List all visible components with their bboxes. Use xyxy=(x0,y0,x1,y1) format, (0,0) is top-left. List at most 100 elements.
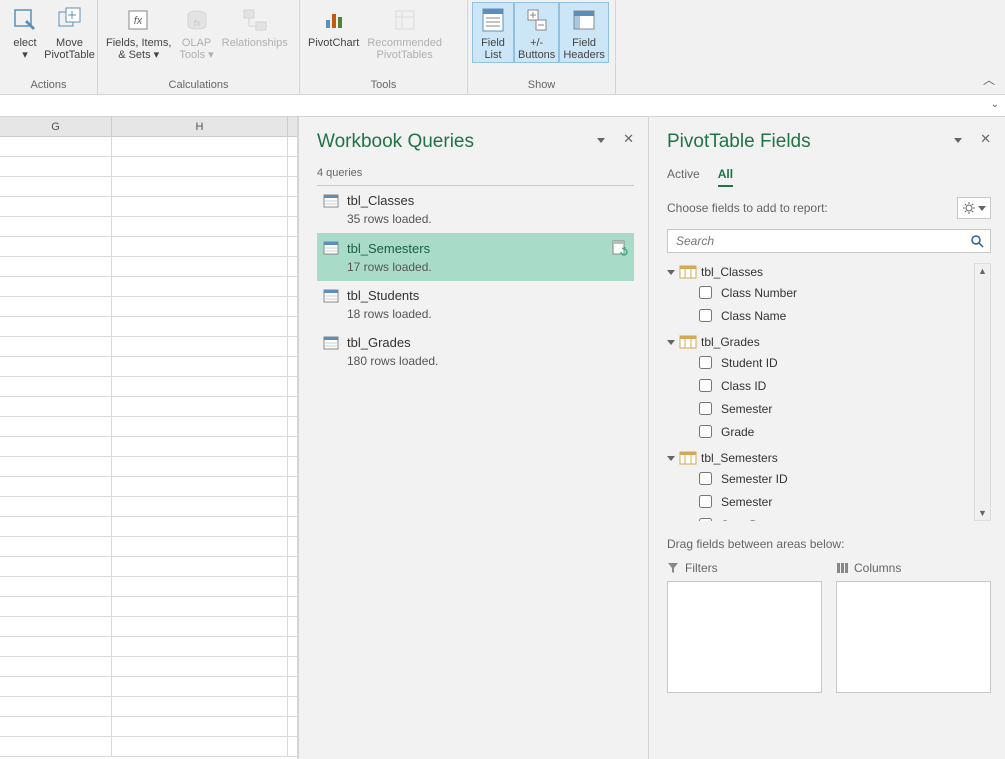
search-icon[interactable] xyxy=(970,234,984,248)
field-item[interactable]: Class ID xyxy=(667,374,974,397)
cell[interactable] xyxy=(112,417,288,437)
cell[interactable] xyxy=(112,217,288,237)
olap-tools-button[interactable]: fx OLAP Tools ▾ xyxy=(175,2,217,63)
fields-items-sets-button[interactable]: fx Fields, Items, & Sets ▾ xyxy=(102,2,175,63)
cell[interactable] xyxy=(112,257,288,277)
cell[interactable] xyxy=(0,357,112,377)
filters-drop-area[interactable] xyxy=(667,581,822,693)
cell[interactable] xyxy=(0,437,112,457)
field-item[interactable]: Class Number xyxy=(667,281,974,304)
cell[interactable] xyxy=(112,357,288,377)
cell[interactable] xyxy=(0,597,112,617)
field-checkbox[interactable] xyxy=(699,425,712,438)
columns-drop-area[interactable] xyxy=(836,581,991,693)
move-pivottable-button[interactable]: Move PivotTable xyxy=(46,2,93,63)
field-item[interactable]: Semester ID xyxy=(667,467,974,490)
field-item[interactable]: Grade xyxy=(667,420,974,443)
cell[interactable] xyxy=(0,217,112,237)
query-item[interactable]: tbl_Students 18 rows loaded. xyxy=(317,281,634,328)
select-button[interactable]: elect ▾ xyxy=(4,2,46,63)
cell[interactable] xyxy=(0,717,112,737)
column-header-g[interactable]: G xyxy=(0,117,112,136)
cell[interactable] xyxy=(0,517,112,537)
cell[interactable] xyxy=(0,317,112,337)
cell[interactable] xyxy=(112,717,288,737)
field-item[interactable]: Start Date xyxy=(667,513,974,521)
table-group-header[interactable]: tbl_Grades xyxy=(667,333,974,351)
field-checkbox[interactable] xyxy=(699,286,712,299)
formula-bar[interactable]: ⌄ xyxy=(0,95,1005,117)
field-item[interactable]: Student ID xyxy=(667,351,974,374)
cell[interactable] xyxy=(112,557,288,577)
cell[interactable] xyxy=(0,157,112,177)
cell[interactable] xyxy=(112,437,288,457)
field-checkbox[interactable] xyxy=(699,309,712,322)
search-input-wrapper[interactable] xyxy=(667,229,991,253)
cell[interactable] xyxy=(112,597,288,617)
cell[interactable] xyxy=(0,497,112,517)
field-list-button[interactable]: Field List xyxy=(472,2,514,63)
tab-all[interactable]: All xyxy=(718,167,733,187)
cell[interactable] xyxy=(0,677,112,697)
cell[interactable] xyxy=(0,197,112,217)
field-checkbox[interactable] xyxy=(699,495,712,508)
query-item[interactable]: tbl_Semesters 17 rows loaded. xyxy=(317,233,634,281)
collapse-ribbon-icon[interactable]: ︿ xyxy=(983,71,995,88)
cell[interactable] xyxy=(0,657,112,677)
cell[interactable] xyxy=(112,137,288,157)
cell[interactable] xyxy=(0,417,112,437)
expand-icon[interactable] xyxy=(667,456,675,461)
wq-menu-icon[interactable] xyxy=(597,131,605,147)
cell[interactable] xyxy=(0,637,112,657)
cell[interactable] xyxy=(112,737,288,757)
cell[interactable] xyxy=(112,177,288,197)
cell[interactable] xyxy=(0,737,112,757)
scroll-down-icon[interactable]: ▼ xyxy=(978,506,987,520)
cell[interactable] xyxy=(0,377,112,397)
cell[interactable] xyxy=(112,677,288,697)
column-header-h[interactable]: H xyxy=(112,117,288,136)
table-group-header[interactable]: tbl_Semesters xyxy=(667,449,974,467)
cell[interactable] xyxy=(112,377,288,397)
field-checkbox[interactable] xyxy=(699,379,712,392)
cell[interactable] xyxy=(112,577,288,597)
cell[interactable] xyxy=(112,397,288,417)
close-icon[interactable]: ✕ xyxy=(623,131,634,147)
plus-minus-buttons-button[interactable]: +/- Buttons xyxy=(514,2,559,63)
cell[interactable] xyxy=(112,497,288,517)
pt-menu-icon[interactable] xyxy=(954,131,962,147)
cell[interactable] xyxy=(0,477,112,497)
field-checkbox[interactable] xyxy=(699,356,712,369)
cell[interactable] xyxy=(0,337,112,357)
field-checkbox[interactable] xyxy=(699,472,712,485)
cell[interactable] xyxy=(0,257,112,277)
cell[interactable] xyxy=(112,637,288,657)
pivotchart-button[interactable]: PivotChart xyxy=(304,2,363,51)
cell[interactable] xyxy=(112,197,288,217)
cell[interactable] xyxy=(0,237,112,257)
tools-dropdown-button[interactable] xyxy=(957,197,991,219)
expand-icon[interactable] xyxy=(667,270,675,275)
field-checkbox[interactable] xyxy=(699,518,712,521)
cell[interactable] xyxy=(112,477,288,497)
cell[interactable] xyxy=(0,577,112,597)
cell[interactable] xyxy=(0,557,112,577)
cell[interactable] xyxy=(0,617,112,637)
cell[interactable] xyxy=(0,137,112,157)
search-input[interactable] xyxy=(674,233,970,249)
cell[interactable] xyxy=(112,657,288,677)
cell[interactable] xyxy=(112,297,288,317)
cell[interactable] xyxy=(112,517,288,537)
tab-active[interactable]: Active xyxy=(667,167,700,187)
table-group-header[interactable]: tbl_Classes xyxy=(667,263,974,281)
cell[interactable] xyxy=(0,297,112,317)
relationships-button[interactable]: Relationships xyxy=(218,2,292,51)
query-item[interactable]: tbl_Classes 35 rows loaded. xyxy=(317,186,634,233)
spreadsheet-grid[interactable]: G H xyxy=(0,117,298,759)
cell[interactable] xyxy=(112,457,288,477)
cell[interactable] xyxy=(0,457,112,477)
cell[interactable] xyxy=(0,397,112,417)
cell[interactable] xyxy=(112,337,288,357)
refresh-icon[interactable] xyxy=(612,240,628,256)
field-item[interactable]: Semester xyxy=(667,490,974,513)
